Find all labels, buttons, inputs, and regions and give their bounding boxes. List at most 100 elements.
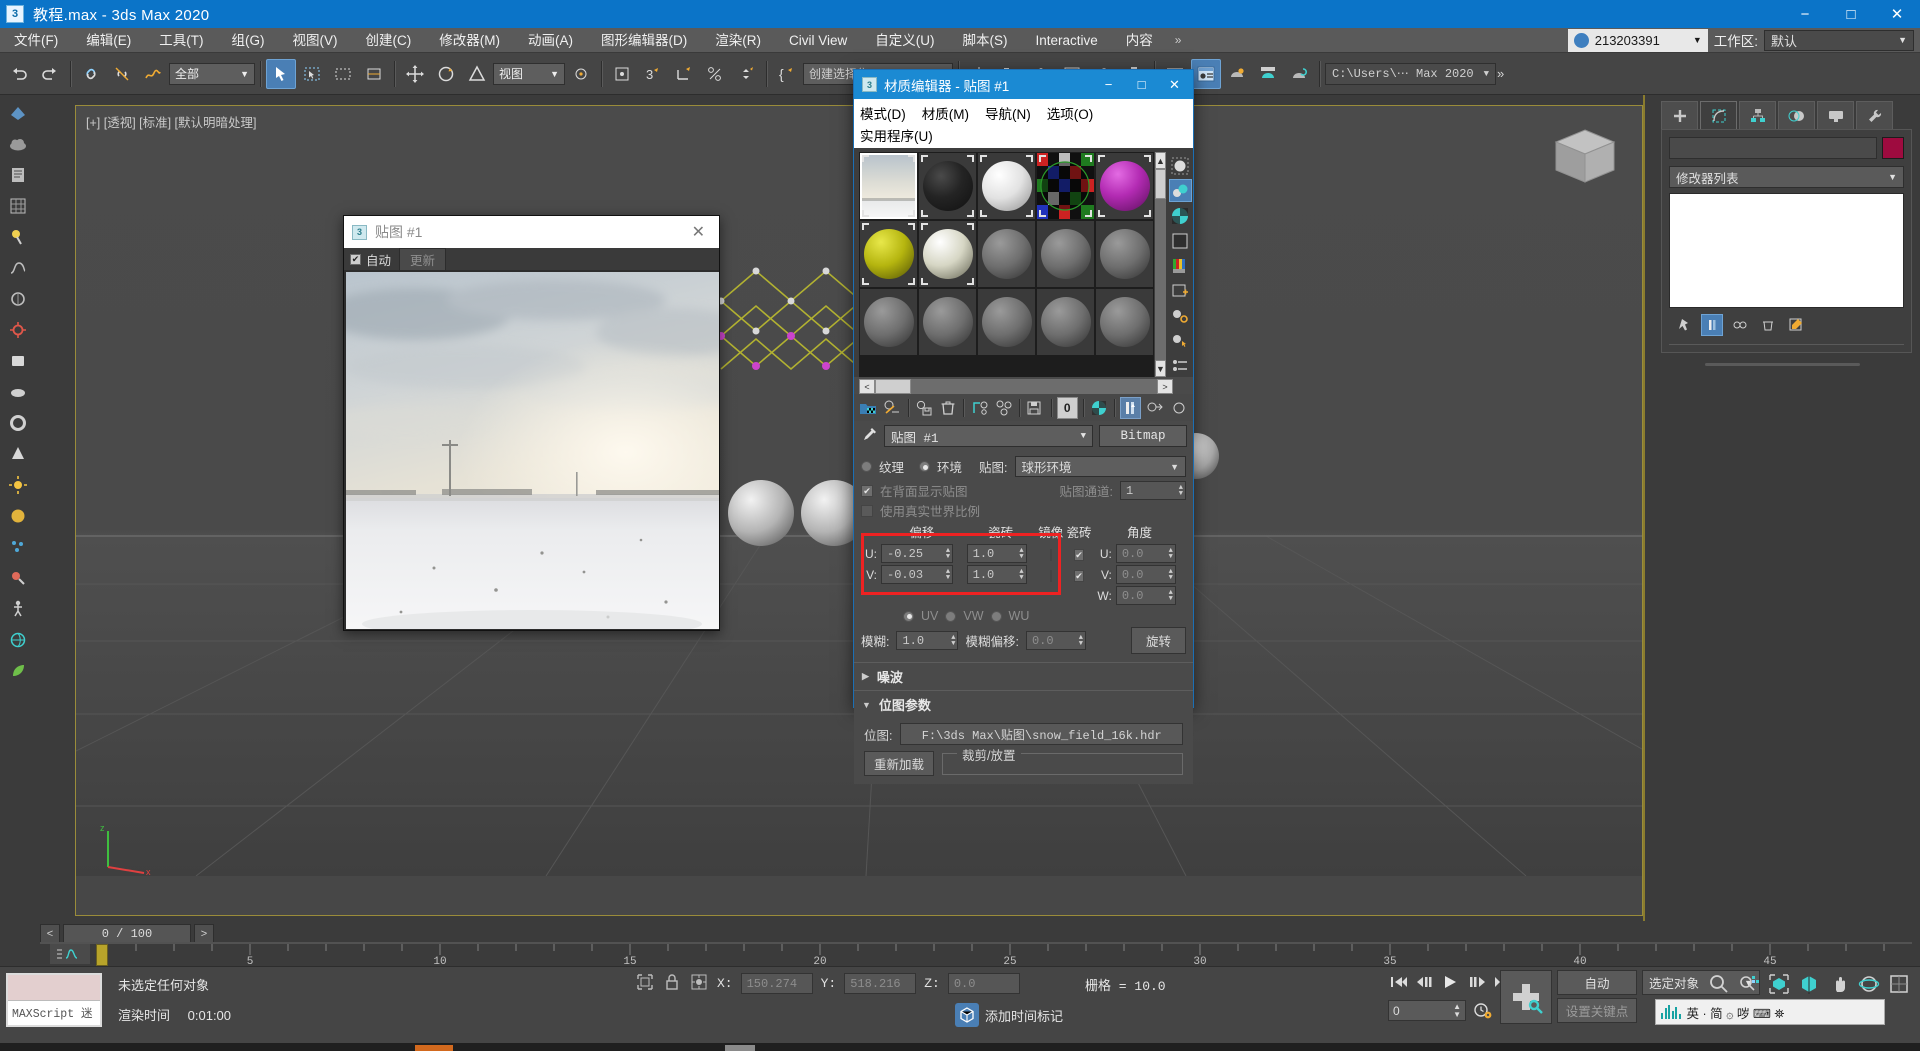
timeline-ruler[interactable]: 5 10 15 20 25 30 35 40 45	[40, 942, 1912, 968]
menu-item-customize[interactable]: 自定义(U)	[861, 28, 948, 53]
maxscript-mini-listener[interactable]: MAXScript 迷	[6, 973, 102, 1027]
select-and-move-button[interactable]	[400, 59, 430, 89]
user-account-dropdown[interactable]: 213203391 ▼	[1567, 28, 1708, 52]
material-slot[interactable]	[1037, 221, 1094, 287]
object-name-field[interactable]	[1669, 137, 1877, 159]
scrollbar-thumb[interactable]	[1155, 169, 1166, 199]
menu-item-views[interactable]: 视图(V)	[279, 28, 352, 53]
zoom-all-icon[interactable]	[1736, 971, 1762, 997]
z-coordinate-field[interactable]: 0.0	[947, 973, 1020, 994]
real-world-checkbox[interactable]	[861, 504, 873, 517]
ribbon-list-icon[interactable]	[4, 161, 32, 189]
menu-item-animation[interactable]: 动画(A)	[514, 28, 587, 53]
render-setup-button[interactable]	[1191, 58, 1221, 89]
redo-button[interactable]	[35, 59, 65, 89]
time-slider-handle[interactable]	[96, 944, 108, 966]
u-tile-checkbox[interactable]: ✔	[1074, 548, 1084, 561]
select-object-button[interactable]	[266, 58, 296, 89]
configure-modifier-sets-icon[interactable]	[1785, 314, 1807, 336]
menu-item-group[interactable]: 组(G)	[218, 28, 279, 53]
next-frame-button[interactable]	[1466, 971, 1488, 993]
material-slot[interactable]	[1096, 289, 1153, 355]
material-slot[interactable]	[1096, 153, 1153, 219]
ribbon-paint-icon[interactable]	[4, 564, 32, 592]
sidebar-item-display[interactable]	[1817, 101, 1854, 129]
pin-stack-icon[interactable]	[1673, 314, 1695, 336]
select-by-material-icon[interactable]	[1169, 329, 1192, 352]
ribbon-leaf-icon[interactable]	[4, 657, 32, 685]
current-frame-field[interactable]: 0 ▲ ▼	[1388, 1000, 1466, 1021]
save-material-icon[interactable]	[1025, 397, 1046, 419]
spinner-arrows-icon[interactable]: ▲ ▼	[1165, 547, 1173, 560]
zoom-icon[interactable]	[1706, 971, 1732, 997]
v-offset-spinner[interactable]: -0.03 ▲ ▼	[881, 565, 954, 584]
prev-frame-button[interactable]: <	[40, 924, 60, 944]
get-material-icon[interactable]	[858, 397, 879, 419]
play-animation-button[interactable]	[1440, 971, 1462, 993]
scroll-down-icon[interactable]: ▼	[1155, 360, 1166, 377]
hscroll-left-icon[interactable]: <	[859, 379, 875, 394]
background-checker-icon[interactable]	[1169, 204, 1192, 227]
material-slot[interactable]	[1037, 289, 1094, 355]
go-to-start-button[interactable]	[1388, 971, 1410, 993]
show-end-result-icon[interactable]	[1701, 314, 1723, 336]
ribbon-circle-icon[interactable]	[4, 285, 32, 313]
selection-filter-dropdown[interactable]: 全部 ▼	[169, 62, 255, 85]
material-slot[interactable]	[1037, 153, 1094, 219]
me-menu-utilities[interactable]: 实用程序(U)	[860, 125, 933, 145]
field-of-view-icon[interactable]	[1796, 971, 1822, 997]
material-editor-minimize-button[interactable]: −	[1092, 70, 1125, 99]
ribbon-curve-icon[interactable]	[4, 254, 32, 282]
hscrollbar-thumb[interactable]	[875, 379, 911, 394]
me-menu-navigation[interactable]: 导航(N)	[985, 103, 1031, 123]
show-end-result-material-icon[interactable]	[1120, 396, 1142, 419]
make-unique-material-icon[interactable]	[993, 397, 1014, 419]
project-path-display[interactable]: C:\Users\⋯ Max 2020 ▼	[1325, 62, 1497, 85]
next-frame-button[interactable]: >	[194, 924, 214, 944]
track-view-icon[interactable]	[50, 944, 90, 964]
ribbon-sun-icon[interactable]	[4, 471, 32, 499]
sidebar-item-hierarchy[interactable]	[1739, 101, 1776, 129]
map-preview-close-icon[interactable]: ✕	[686, 222, 711, 242]
environ-radio[interactable]	[919, 461, 931, 472]
me-menu-options[interactable]: 选项(O)	[1047, 103, 1094, 123]
spinner-arrows-icon[interactable]: ▲ ▼	[1175, 484, 1183, 497]
select-and-rotate-button[interactable]	[431, 59, 461, 89]
sample-type-icon[interactable]	[1169, 154, 1192, 177]
workspace-dropdown[interactable]: 默认 ▼	[1764, 29, 1914, 51]
slot-horizontal-scrollbar[interactable]: < >	[859, 379, 1173, 394]
use-pivot-point-center-button[interactable]	[566, 59, 596, 89]
assign-material-to-selection-icon[interactable]	[882, 397, 903, 419]
menu-item-file[interactable]: 文件(F)	[0, 28, 72, 53]
material-editor-maximize-button[interactable]: □	[1125, 70, 1158, 99]
ribbon-cone-icon[interactable]	[4, 440, 32, 468]
ribbon-biped-icon[interactable]	[4, 595, 32, 623]
select-and-link-button[interactable]	[76, 59, 106, 89]
undo-button[interactable]	[4, 59, 34, 89]
spinner-arrows-icon[interactable]: ▲ ▼	[942, 547, 950, 560]
sample-uv-tiling-icon[interactable]	[1169, 229, 1192, 252]
snaps-toggle-button[interactable]: 3	[638, 59, 668, 89]
backlight-icon[interactable]	[1168, 179, 1192, 202]
toolbar-overflow-icon[interactable]: »	[1497, 66, 1504, 81]
spinner-arrows-icon[interactable]: ▲ ▼	[942, 568, 950, 581]
w-angle-spinner[interactable]: 0.0 ▲ ▼	[1115, 586, 1176, 605]
modifier-stack[interactable]	[1669, 193, 1904, 308]
edit-named-selection-sets-button[interactable]: {	[772, 59, 802, 89]
ribbon-sphere-icon[interactable]	[4, 502, 32, 530]
go-forward-to-sibling-icon[interactable]	[1168, 397, 1189, 419]
material-editor-close-button[interactable]: ✕	[1158, 70, 1191, 99]
menu-item-rendering[interactable]: 渲染(R)	[701, 28, 775, 53]
pan-view-icon[interactable]	[1826, 971, 1852, 997]
bitmap-path-button[interactable]: F:\3ds Max\贴图\snow_field_16k.hdr	[900, 723, 1183, 745]
material-map-navigator-icon[interactable]	[1169, 354, 1192, 377]
u-angle-spinner[interactable]: 0.0 ▲ ▼	[1115, 544, 1176, 563]
remove-modifier-icon[interactable]	[1757, 314, 1779, 336]
v-mirror-checkbox[interactable]	[1049, 569, 1052, 582]
material-slot[interactable]	[919, 221, 976, 287]
eyedropper-icon[interactable]	[860, 426, 878, 447]
spinner-snap-toggle-button[interactable]	[731, 59, 761, 89]
render-frame-window-button[interactable]	[1222, 59, 1252, 89]
uv-radio[interactable]	[903, 610, 914, 622]
material-slot[interactable]	[860, 289, 917, 355]
